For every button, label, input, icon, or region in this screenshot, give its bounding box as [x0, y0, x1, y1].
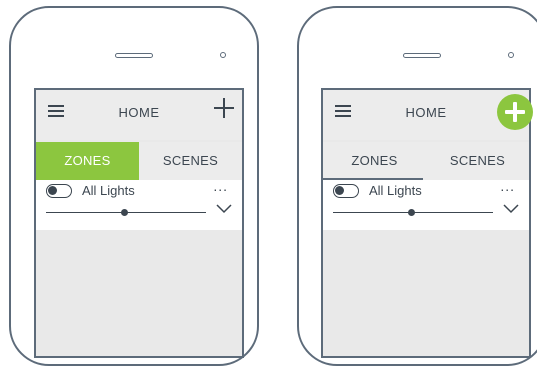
tab-zones[interactable]: ZONES	[36, 142, 139, 180]
zone-row-all-lights[interactable]: All Lights ...	[36, 178, 242, 230]
more-options-icon[interactable]: ...	[500, 178, 515, 194]
zone-row-all-lights[interactable]: All Lights ...	[323, 178, 529, 230]
add-icon[interactable]	[214, 98, 234, 118]
tab-scenes[interactable]: SCENES	[139, 142, 242, 180]
phone-mockup-2: HOME ZONES SCENES All Lights ...	[297, 6, 537, 366]
chevron-down-icon[interactable]	[503, 204, 519, 214]
camera-dot	[220, 52, 226, 58]
page-title: HOME	[118, 105, 160, 120]
chevron-down-icon[interactable]	[216, 204, 232, 214]
tab-bar: ZONES SCENES	[323, 142, 529, 181]
phone-screen: HOME ZONES SCENES All Lights ...	[34, 88, 244, 358]
zone-label: All Lights	[82, 183, 135, 198]
app-header: HOME	[36, 90, 242, 140]
brightness-slider-knob[interactable]	[408, 209, 415, 216]
phone-mockup-1: HOME ZONES SCENES All Lights ...	[9, 6, 259, 366]
tab-zones[interactable]: ZONES	[323, 142, 426, 180]
power-toggle[interactable]	[333, 184, 359, 198]
speaker-slot	[403, 53, 441, 58]
tab-scenes[interactable]: SCENES	[426, 142, 529, 180]
zone-label: All Lights	[369, 183, 422, 198]
brightness-slider-knob[interactable]	[121, 209, 128, 216]
tab-bar: ZONES SCENES	[36, 142, 242, 180]
more-options-icon[interactable]: ...	[213, 178, 228, 194]
camera-dot	[508, 52, 514, 58]
speaker-slot	[115, 53, 153, 58]
add-fab-button[interactable]	[497, 94, 533, 130]
power-toggle[interactable]	[46, 184, 72, 198]
phone-screen: HOME ZONES SCENES All Lights ...	[321, 88, 533, 358]
